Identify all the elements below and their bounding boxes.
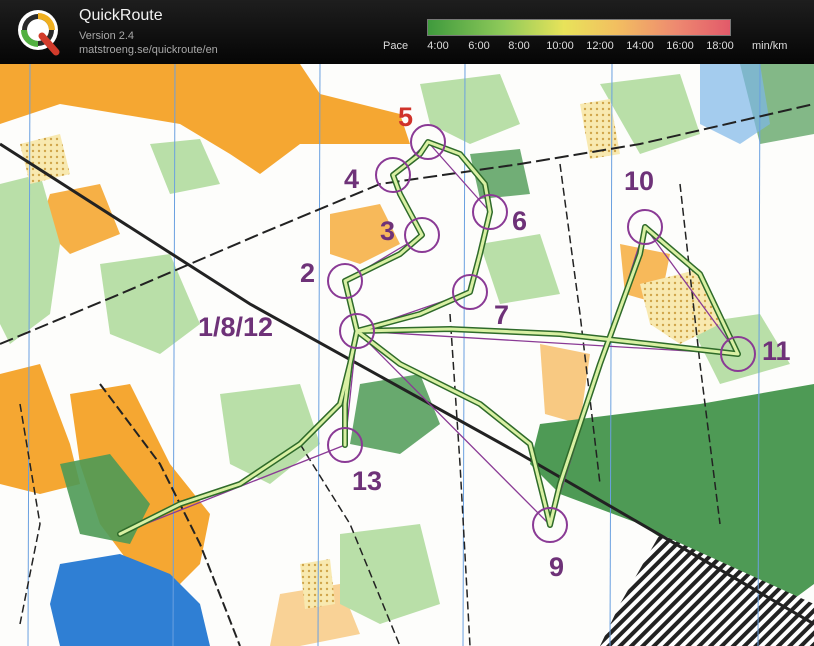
- pace-tick: 16:00: [666, 40, 694, 52]
- control-label: 7: [494, 300, 509, 330]
- pace-unit: min/km: [752, 40, 788, 52]
- pace-tick: 10:00: [546, 40, 574, 52]
- quickroute-logo-icon: [18, 10, 60, 56]
- control-label: 11: [762, 336, 791, 366]
- control-label: 5: [398, 102, 413, 132]
- orienteering-map[interactable]: 1/8/12 2 3 4 5 6 7 9 10 11 13: [0, 64, 814, 646]
- control-label: 9: [549, 552, 564, 582]
- pace-tick: 14:00: [626, 40, 654, 52]
- pace-tick: 6:00: [468, 40, 490, 52]
- app-header: QuickRoute Version 2.4 matstroeng.se/qui…: [0, 0, 814, 64]
- pace-color-scale: [427, 19, 731, 36]
- pace-tick: 18:00: [706, 40, 734, 52]
- control-label: 10: [624, 166, 654, 196]
- pace-tick: 12:00: [586, 40, 614, 52]
- control-label: 4: [344, 164, 359, 194]
- map-canvas: 1/8/12 2 3 4 5 6 7 9 10 11 13: [0, 64, 814, 646]
- pace-label: Pace: [383, 40, 409, 52]
- control-label: 3: [380, 216, 395, 246]
- app-url[interactable]: matstroeng.se/quickroute/en: [79, 44, 218, 56]
- control-label: 1/8/12: [198, 312, 273, 342]
- control-label: 2: [300, 258, 315, 288]
- app-version: Version 2.4: [79, 30, 135, 42]
- pace-tick: 8:00: [508, 40, 530, 52]
- control-label: 13: [352, 466, 382, 496]
- app-title: QuickRoute: [79, 7, 163, 24]
- pace-tick: 4:00: [427, 40, 449, 52]
- control-label: 6: [512, 206, 527, 236]
